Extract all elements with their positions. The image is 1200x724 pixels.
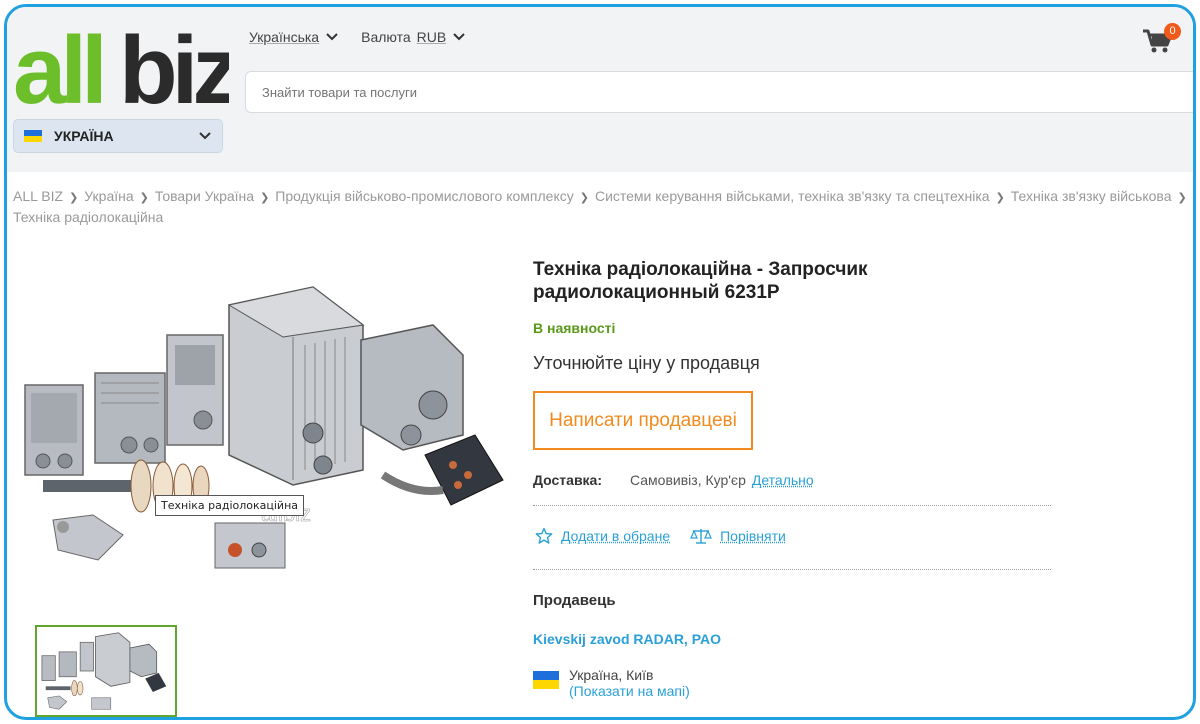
breadcrumb-separator-icon: ❯ [139, 192, 149, 204]
language-selector[interactable]: Українська [249, 29, 339, 45]
breadcrumb-separator-icon: ❯ [995, 192, 1005, 204]
divider [533, 569, 1051, 570]
seller-location: Україна, Київ (Показати на мапі) [533, 667, 690, 699]
breadcrumb-separator-icon: ❯ [579, 192, 589, 204]
scales-icon [690, 529, 713, 544]
seller-name-link[interactable]: Kievskij zavod RADAR, PAO [533, 631, 721, 647]
language-label: Українська [249, 29, 320, 45]
breadcrumb-item[interactable]: Україна [84, 188, 133, 204]
star-icon [535, 527, 553, 544]
chevron-down-icon [326, 33, 338, 41]
breadcrumb-separator-icon: ❯ [1177, 192, 1187, 204]
availability-status: В наявності [533, 320, 616, 336]
allbiz-logo[interactable]: all biz [13, 21, 229, 113]
compare-label: Порівняти [720, 528, 786, 544]
product-thumbnail[interactable] [35, 625, 177, 717]
seller-heading: Продавець [533, 592, 616, 609]
region-selector[interactable]: УКРАЇНА [13, 119, 223, 153]
breadcrumb-item[interactable]: ALL BIZ [13, 188, 63, 204]
chevron-down-icon [453, 33, 465, 41]
product-main-image[interactable]: allbiz [23, 265, 513, 580]
svg-text:all: all [13, 21, 102, 113]
product-actions: Додати в обране Порівняти [535, 527, 786, 545]
divider [533, 718, 1051, 719]
seller-location-text: Україна, Київ (Показати на мапі) [569, 667, 690, 699]
breadcrumb-item[interactable]: Техніка зв'язку військова [1011, 188, 1172, 204]
show-on-map-link[interactable]: (Показати на мапі) [569, 683, 690, 699]
search-input[interactable] [245, 71, 1193, 113]
product-title: Техніка радіолокаційна - Запросчик радио… [533, 259, 868, 303]
browser-frame: all biz УКРАЇНА Українська Валюта RUB 0 … [4, 4, 1196, 720]
compare-button[interactable]: Порівняти [690, 527, 786, 545]
cart-count-badge: 0 [1164, 23, 1181, 40]
svg-text:biz: biz [119, 21, 229, 113]
breadcrumb-item[interactable]: Системи керування військами, техніка зв'… [595, 188, 990, 204]
region-label: УКРАЇНА [54, 128, 114, 144]
image-tooltip: Техніка радіолокаційна [155, 495, 305, 516]
delivery-row: Доставка: Самовивіз, Кур'єр Детально [533, 472, 814, 488]
breadcrumb: ALL BIZ ❯ Україна ❯ Товари Україна ❯ Продукція… [13, 187, 1193, 227]
breadcrumb-item[interactable]: Продукція військово-промислового комплек… [275, 188, 573, 204]
add-favorite-label: Додати в обране [561, 528, 671, 544]
price-text: Уточнюйте ціну у продавця [533, 353, 760, 373]
currency-selector[interactable]: Валюта RUB [361, 29, 466, 45]
currency-prefix: Валюта [361, 29, 411, 45]
ukraine-flag-icon [24, 130, 42, 142]
seller-city: Україна, Київ [569, 667, 654, 683]
breadcrumb-item[interactable]: Товари Україна [155, 188, 254, 204]
site-header: all biz УКРАЇНА Українська Валюта RUB 0 … [7, 7, 1193, 172]
breadcrumb-separator-icon: ❯ [69, 192, 79, 204]
divider [533, 505, 1051, 506]
add-favorite-button[interactable]: Додати в обране [535, 527, 670, 545]
top-selectors: Українська Валюта RUB [249, 29, 466, 45]
currency-value: RUB [416, 29, 447, 45]
breadcrumb-item-current[interactable]: Техніка радіолокаційна [13, 209, 163, 225]
breadcrumb-separator-icon: ❯ [260, 192, 270, 204]
ukraine-flag-icon [533, 671, 559, 689]
chevron-down-icon [199, 132, 211, 140]
delivery-details-link[interactable]: Детально [752, 472, 814, 488]
write-seller-button[interactable]: Написати продавцеві [533, 391, 753, 450]
delivery-methods: Самовивіз, Кур'єр [630, 472, 746, 488]
delivery-label: Доставка: [533, 472, 603, 488]
